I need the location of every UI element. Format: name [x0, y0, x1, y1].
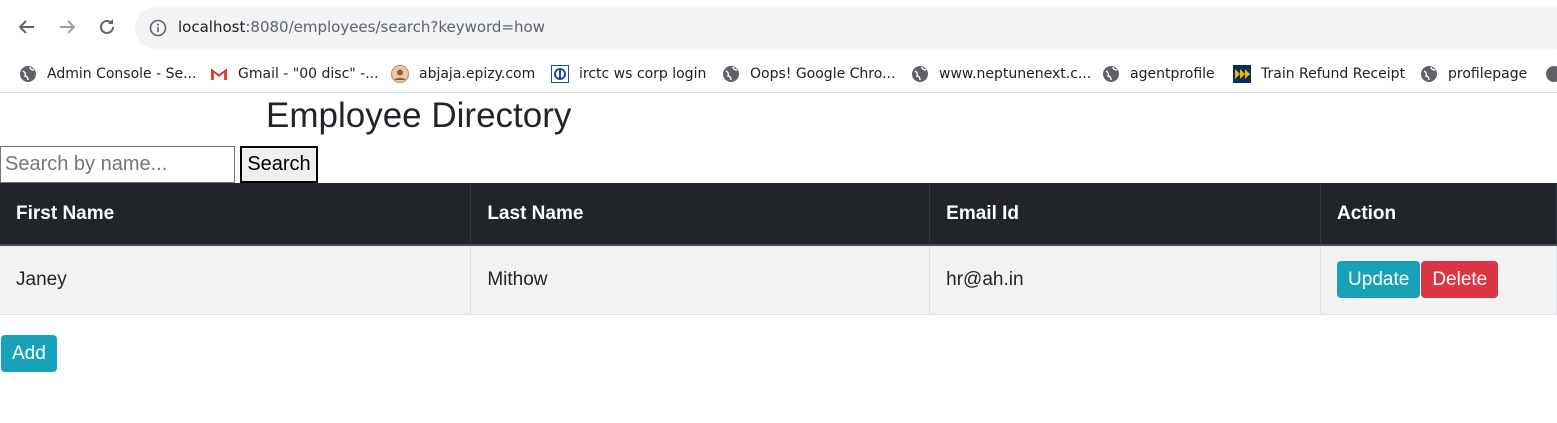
globe-icon [1546, 66, 1557, 82]
globe-icon [912, 66, 928, 82]
bookmark-item[interactable]: irctc ws corp login [551, 61, 706, 87]
column-header-action: Action [1320, 183, 1557, 246]
bookmark-label: agentprofile [1130, 66, 1215, 82]
info-icon[interactable] [149, 19, 167, 37]
bookmark-item[interactable]: agentprofile [1102, 61, 1215, 87]
forward-button[interactable] [53, 13, 81, 41]
train-icon [1233, 65, 1251, 83]
bookmarks-bar: Admin Console - Se... Gmail - "00 disc" … [0, 55, 1557, 93]
globe-icon [20, 66, 36, 82]
forward-arrow-icon [60, 20, 76, 34]
bookmark-label: Gmail - "00 disc" -... [238, 66, 379, 82]
back-arrow-icon [18, 20, 34, 34]
back-button[interactable] [13, 13, 41, 41]
bookmark-label: Admin Console - Se... [47, 66, 197, 82]
cell-first-name: Janey [0, 245, 472, 315]
globe-icon [1103, 66, 1119, 82]
avatar-icon [391, 65, 409, 83]
browser-toolbar: localhost:8080/employees/search?keyword=… [0, 0, 1557, 55]
bookmark-label: Oops! Google Chro... [750, 66, 896, 82]
cell-email: hr@ah.in [929, 245, 1322, 315]
table-header-row: First Name Last Name Email Id Action [0, 183, 1557, 246]
table-row: Janey Mithow hr@ah.in Update Delete [0, 245, 1557, 315]
address-bar[interactable]: localhost:8080/employees/search?keyword=… [135, 7, 1557, 49]
url-text: localhost:8080/employees/search?keyword=… [178, 18, 545, 36]
bookmark-item[interactable]: Gmail - "00 disc" -... [210, 61, 379, 87]
cell-last-name: Mithow [470, 245, 931, 315]
reload-icon [100, 19, 114, 34]
delete-button[interactable]: Delete [1421, 261, 1499, 299]
bookmark-label: www.neptunenext.c... [939, 66, 1092, 82]
bookmark-item[interactable]: Oops! Google Chro... [722, 61, 895, 87]
column-header-email: Email Id [929, 183, 1322, 246]
bookmark-label: irctc ws corp login [579, 66, 707, 82]
column-header-first-name: First Name [0, 183, 472, 246]
bookmark-item[interactable] [1545, 61, 1557, 87]
page-content: Employee Directory Search First Name Las… [0, 94, 1557, 423]
add-button[interactable]: Add [1, 335, 57, 372]
gmail-icon [210, 68, 228, 80]
bookmark-item[interactable]: www.neptunenext.c... [911, 61, 1091, 87]
bookmark-item[interactable]: profilepage [1420, 61, 1527, 87]
column-header-last-name: Last Name [470, 183, 931, 246]
globe-icon [723, 66, 739, 82]
reload-button[interactable] [93, 13, 121, 41]
update-button[interactable]: Update [1337, 261, 1421, 299]
employee-table: First Name Last Name Email Id Action Jan… [0, 183, 1557, 315]
search-input[interactable] [0, 146, 235, 183]
bookmark-label: profilepage [1448, 66, 1528, 82]
bookmark-label: Train Refund Receipt [1261, 66, 1406, 82]
bookmark-item[interactable]: Train Refund Receipt [1233, 61, 1405, 87]
bookmark-label: abjaja.epizy.com [419, 66, 536, 82]
cell-action: Update Delete [1320, 245, 1557, 315]
page-title: Employee Directory [266, 96, 572, 135]
globe-icon [1421, 66, 1437, 82]
bookmark-item[interactable]: Admin Console - Se... [19, 61, 196, 87]
bookmark-item[interactable]: abjaja.epizy.com [391, 61, 535, 87]
search-button[interactable]: Search [240, 146, 318, 183]
irctc-icon [551, 65, 569, 83]
